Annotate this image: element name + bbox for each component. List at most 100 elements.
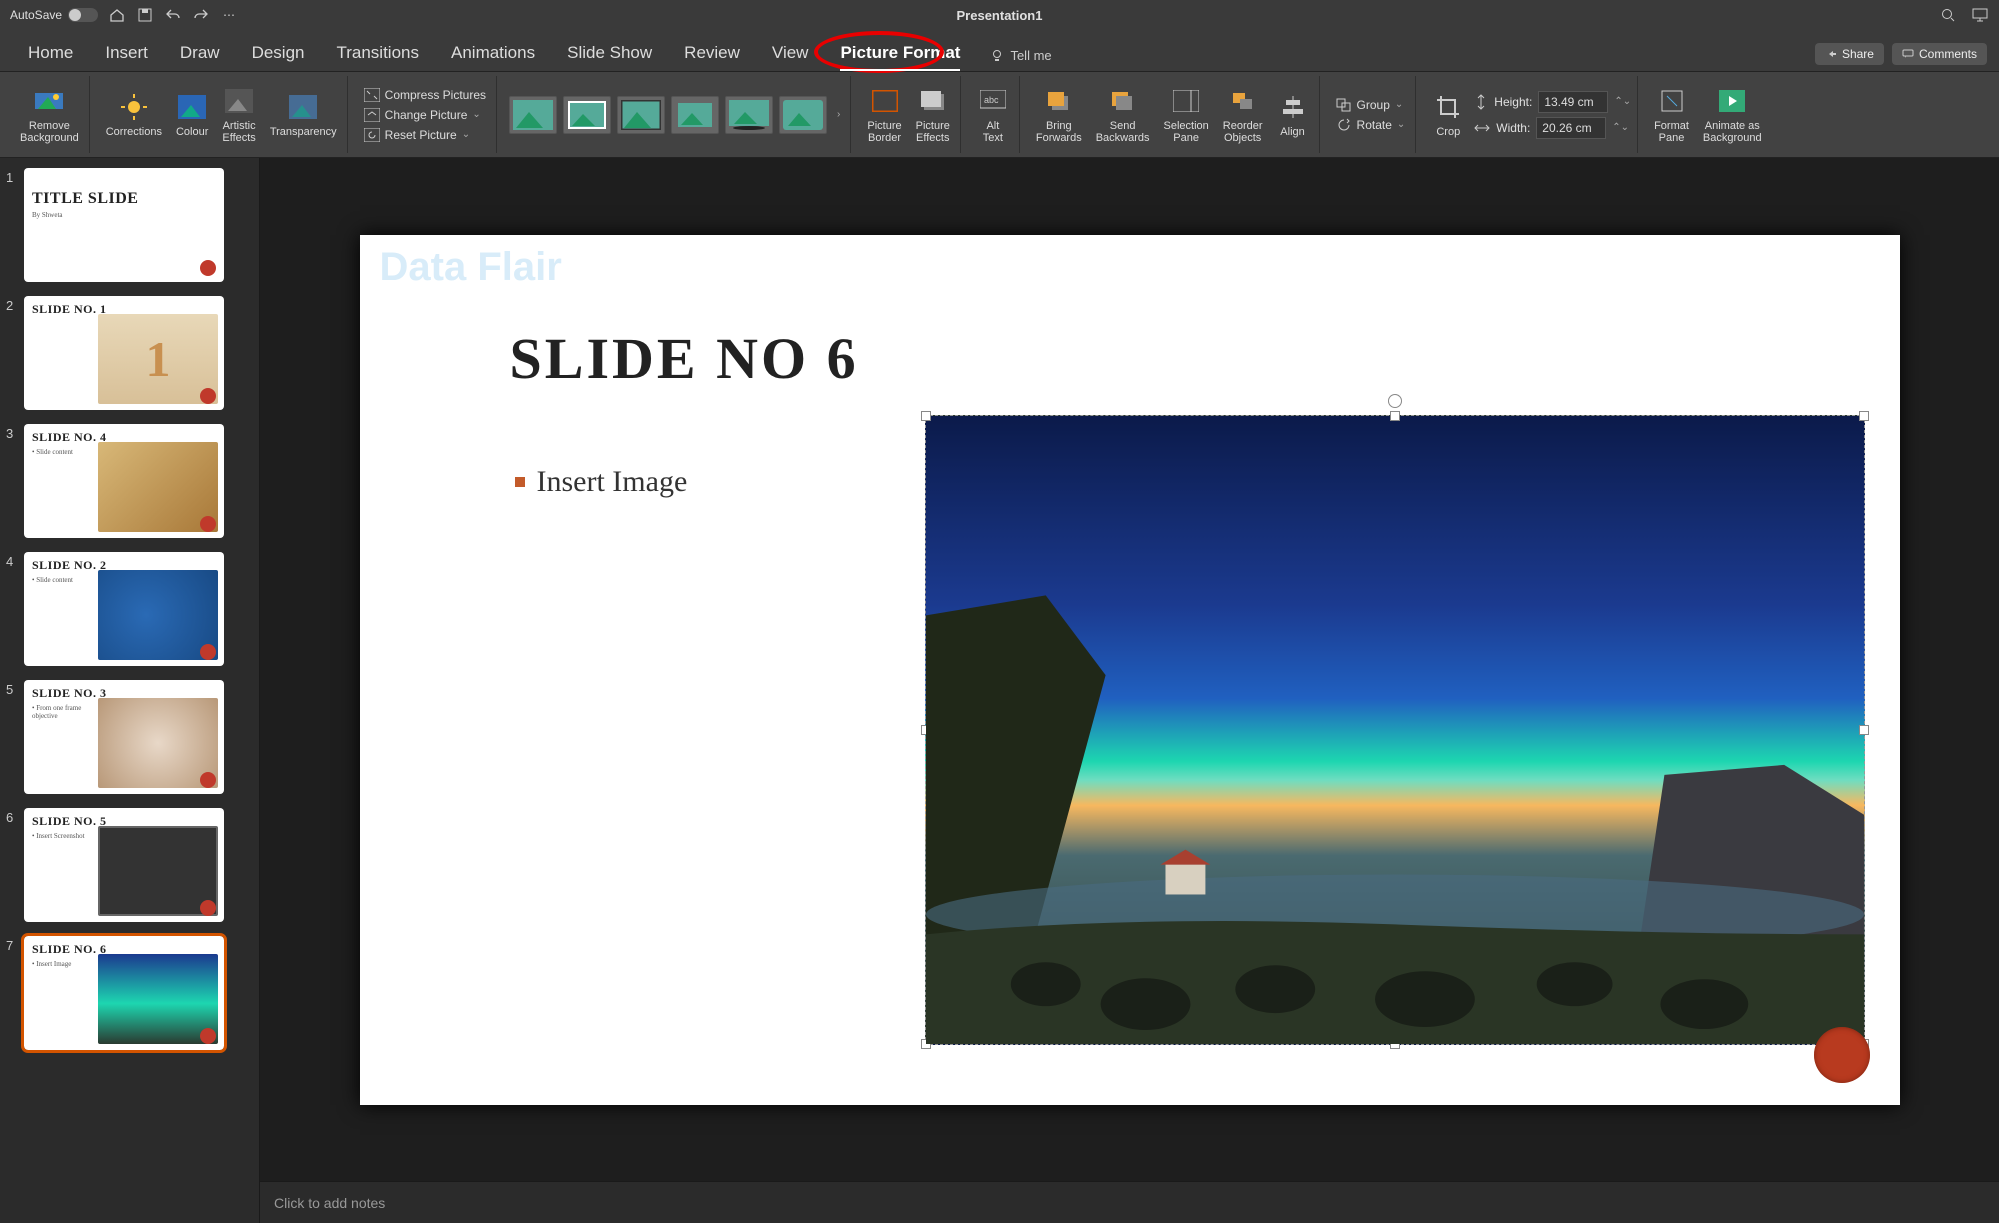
thumb-number: 7 bbox=[6, 936, 20, 1050]
reorder-objects-button[interactable]: Reorder Objects bbox=[1219, 83, 1267, 146]
bulb-icon bbox=[990, 49, 1004, 63]
align-button[interactable]: Align bbox=[1273, 89, 1313, 140]
tell-me-button[interactable]: Tell me bbox=[976, 40, 1065, 71]
pic-effects-icon bbox=[917, 85, 949, 117]
tab-animations[interactable]: Animations bbox=[435, 35, 551, 71]
gallery-more-icon[interactable]: › bbox=[833, 109, 844, 120]
group-button[interactable]: Group⌄ bbox=[1332, 96, 1408, 114]
tab-design[interactable]: Design bbox=[236, 35, 321, 71]
reset-pic-label: Reset Picture bbox=[385, 128, 457, 142]
style-thumb-4[interactable] bbox=[671, 96, 719, 134]
crop-icon bbox=[1432, 91, 1464, 123]
share-button[interactable]: Share bbox=[1815, 43, 1884, 65]
thumb-slide-6[interactable]: SLIDE NO. 5 • Insert Screenshot bbox=[24, 808, 224, 922]
alt-text-icon: abc bbox=[977, 85, 1009, 117]
style-thumb-6[interactable] bbox=[779, 96, 827, 134]
picture-styles-gallery[interactable]: › bbox=[509, 96, 844, 134]
colour-button[interactable]: Colour bbox=[172, 89, 212, 140]
undo-icon[interactable] bbox=[164, 6, 182, 24]
transparency-button[interactable]: Transparency bbox=[266, 89, 341, 140]
style-thumb-2[interactable] bbox=[563, 96, 611, 134]
thumb-slide-2[interactable]: SLIDE NO. 1 1 bbox=[24, 296, 224, 410]
style-thumb-5[interactable] bbox=[725, 96, 773, 134]
save-icon[interactable] bbox=[136, 6, 154, 24]
thumb-slide-4[interactable]: SLIDE NO. 2 • Slide content bbox=[24, 552, 224, 666]
rotate-button[interactable]: Rotate⌄ bbox=[1332, 116, 1410, 134]
thumb-slide-3[interactable]: SLIDE NO. 4 • Slide content bbox=[24, 424, 224, 538]
format-pane-label: Format Pane bbox=[1654, 120, 1689, 144]
width-input[interactable] bbox=[1536, 117, 1606, 139]
style-thumb-1[interactable] bbox=[509, 96, 557, 134]
picture-border-button[interactable]: Picture Border bbox=[863, 83, 905, 146]
bring-fwd-label: Bring Forwards bbox=[1036, 120, 1082, 144]
rotate-handle-icon[interactable] bbox=[1388, 394, 1402, 408]
bring-forward-button[interactable]: Bring Forwards bbox=[1032, 83, 1086, 146]
more-icon[interactable]: ⋯ bbox=[220, 6, 238, 24]
tab-draw[interactable]: Draw bbox=[164, 35, 236, 71]
tab-review[interactable]: Review bbox=[668, 35, 756, 71]
change-picture-button[interactable]: Change Picture⌄ bbox=[360, 106, 485, 124]
thumb-slide-7[interactable]: SLIDE NO. 6 • Insert Image bbox=[24, 936, 224, 1050]
change-pic-label: Change Picture bbox=[385, 108, 468, 122]
height-input[interactable] bbox=[1538, 91, 1608, 113]
redo-icon[interactable] bbox=[192, 6, 210, 24]
present-icon[interactable] bbox=[1971, 6, 1989, 24]
home-icon[interactable] bbox=[108, 6, 126, 24]
width-icon bbox=[1474, 121, 1490, 135]
share-icon bbox=[1825, 48, 1837, 60]
thumb-title: TITLE SLIDE bbox=[32, 190, 216, 208]
compress-label: Compress Pictures bbox=[385, 88, 486, 102]
remove-background-button[interactable]: Remove Background bbox=[16, 83, 83, 146]
bring-fwd-icon bbox=[1043, 85, 1075, 117]
wax-seal-icon bbox=[200, 516, 216, 532]
wax-seal-icon bbox=[200, 260, 216, 276]
align-icon bbox=[1277, 91, 1309, 123]
width-stepper[interactable]: ⌃⌄ bbox=[1612, 122, 1629, 133]
notes-pane[interactable]: Click to add notes bbox=[260, 1181, 1999, 1223]
thumb-number: 5 bbox=[6, 680, 20, 794]
height-label: Height: bbox=[1494, 95, 1532, 109]
comments-label: Comments bbox=[1919, 47, 1977, 61]
thumb-number: 4 bbox=[6, 552, 20, 666]
reset-picture-button[interactable]: Reset Picture⌄ bbox=[360, 126, 474, 144]
wax-seal-icon bbox=[200, 388, 216, 404]
search-icon[interactable] bbox=[1939, 6, 1957, 24]
tab-picture-format[interactable]: Picture Format bbox=[824, 35, 976, 71]
transparency-icon bbox=[287, 91, 319, 123]
crop-label: Crop bbox=[1436, 126, 1460, 138]
tab-view[interactable]: View bbox=[756, 35, 825, 71]
tab-slideshow[interactable]: Slide Show bbox=[551, 35, 668, 71]
tell-me-label: Tell me bbox=[1010, 48, 1051, 63]
slide-bullet[interactable]: Insert Image bbox=[515, 465, 688, 499]
inserted-image[interactable] bbox=[925, 415, 1865, 1045]
thumb-slide-5[interactable]: SLIDE NO. 3 • From one frame objective bbox=[24, 680, 224, 794]
slide-editor: Data Flair SLIDE NO 6 Insert Image bbox=[260, 158, 1999, 1223]
comments-button[interactable]: Comments bbox=[1892, 43, 1987, 65]
tab-home[interactable]: Home bbox=[12, 35, 89, 71]
format-pane-button[interactable]: Format Pane bbox=[1650, 83, 1693, 146]
corrections-button[interactable]: Corrections bbox=[102, 89, 166, 140]
animate-background-button[interactable]: Animate as Background bbox=[1699, 83, 1766, 146]
artistic-effects-button[interactable]: Artistic Effects bbox=[218, 83, 259, 146]
picture-effects-button[interactable]: Picture Effects bbox=[912, 83, 954, 146]
alt-text-button[interactable]: abcAlt Text bbox=[973, 83, 1013, 146]
selection-pane-button[interactable]: Selection Pane bbox=[1160, 83, 1213, 146]
crop-button[interactable]: Crop bbox=[1428, 89, 1468, 140]
thumb-slide-1[interactable]: TITLE SLIDE By Shweta bbox=[24, 168, 224, 282]
autosave-toggle[interactable]: AutoSave bbox=[10, 8, 98, 22]
slide-title[interactable]: SLIDE NO 6 bbox=[510, 325, 859, 392]
corrections-label: Corrections bbox=[106, 126, 162, 138]
thumb-number: 3 bbox=[6, 424, 20, 538]
titlebar: AutoSave ⋯ Presentation1 bbox=[0, 0, 1999, 30]
slide-canvas[interactable]: Data Flair SLIDE NO 6 Insert Image bbox=[360, 235, 1900, 1105]
tab-insert[interactable]: Insert bbox=[89, 35, 164, 71]
tab-transitions[interactable]: Transitions bbox=[320, 35, 435, 71]
group-label: Group bbox=[1357, 98, 1390, 112]
height-stepper[interactable]: ⌃⌄ bbox=[1614, 96, 1631, 107]
style-thumb-3[interactable] bbox=[617, 96, 665, 134]
colour-label: Colour bbox=[176, 126, 208, 138]
compress-pictures-button[interactable]: Compress Pictures bbox=[360, 86, 490, 104]
remove-bg-label: Remove Background bbox=[20, 120, 79, 144]
send-backward-button[interactable]: Send Backwards bbox=[1092, 83, 1154, 146]
animate-bg-icon bbox=[1716, 85, 1748, 117]
